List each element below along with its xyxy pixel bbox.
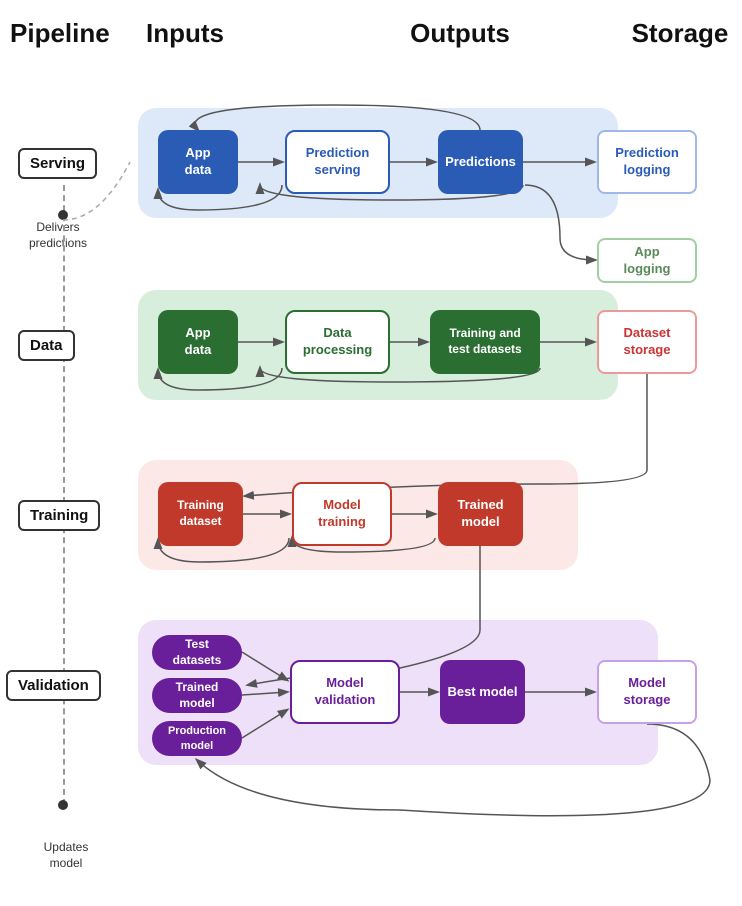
node-best-model: Best model [440,660,525,724]
diagram-container: Pipeline Inputs Outputs Storage Serving … [0,0,742,906]
node-app-data-serving: App data [158,130,238,194]
node-data-processing: Data processing [285,310,390,374]
pipeline-dot-serving [58,210,68,220]
header-row: Pipeline Inputs Outputs Storage [0,18,742,49]
pipeline-label-serving: Serving [18,148,97,179]
node-training-test-datasets: Training and test datasets [430,310,540,374]
delivers-predictions-text: Delivers predictions [18,220,98,251]
header-inputs: Inputs [120,18,250,49]
node-test-datasets: Test datasets [152,635,242,670]
node-training-dataset: Training dataset [158,482,243,546]
node-dataset-storage: Dataset storage [597,310,697,374]
pipeline-label-training: Training [18,500,100,531]
header-outputs: Outputs [350,18,570,49]
header-pipeline: Pipeline [10,18,100,49]
pipeline-dot-validation [58,800,68,810]
node-app-data-data: App data [158,310,238,374]
header-storage: Storage [620,18,740,49]
node-prediction-serving: Prediction serving [285,130,390,194]
node-prediction-logging: Prediction logging [597,130,697,194]
node-production-model: Production model [152,721,242,756]
updates-model-text: Updates model [26,840,106,871]
node-trained-model-v: Trained model [152,678,242,713]
pipeline-label-data: Data [18,330,75,361]
node-app-logging: App logging [597,238,697,283]
node-model-storage: Model storage [597,660,697,724]
node-trained-model: Trained model [438,482,523,546]
node-model-validation: Model validation [290,660,400,724]
node-model-training: Model training [292,482,392,546]
node-predictions: Predictions [438,130,523,194]
pipeline-dashed-line [63,185,65,805]
pipeline-label-validation: Validation [6,670,101,701]
